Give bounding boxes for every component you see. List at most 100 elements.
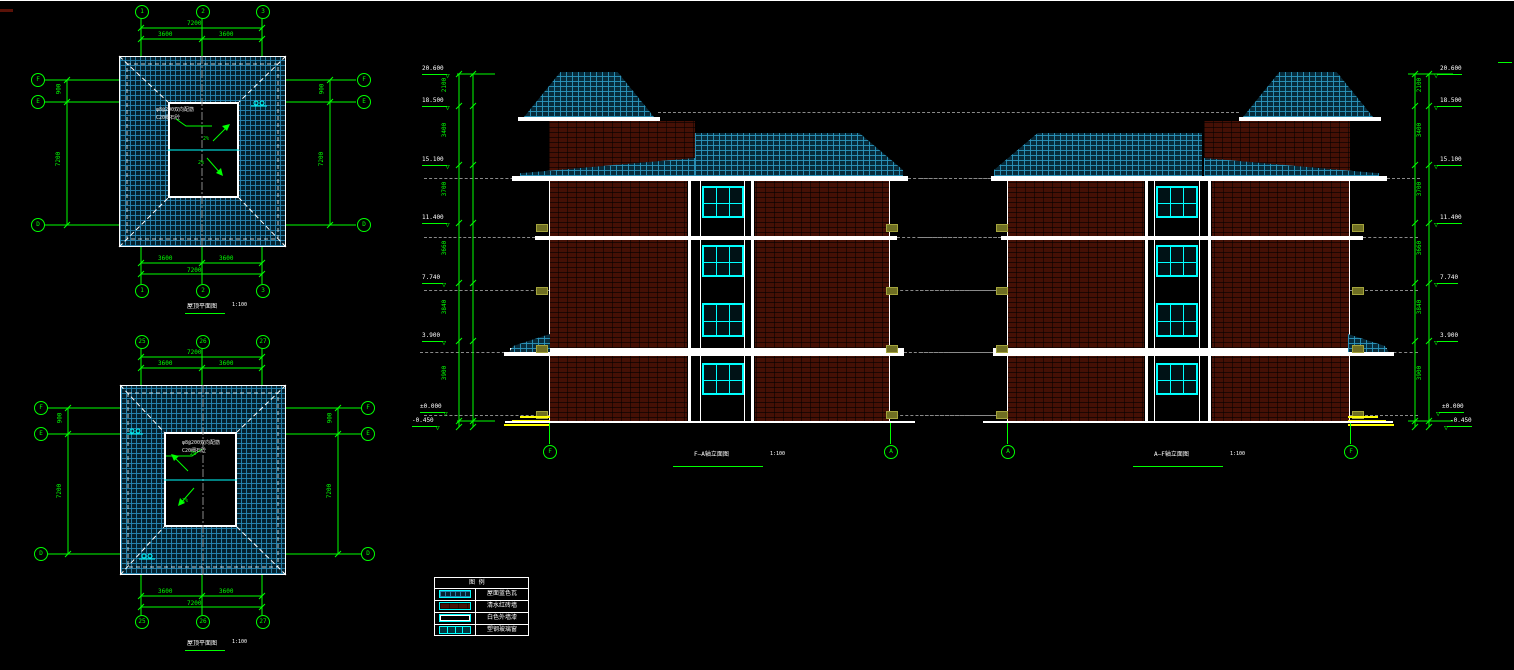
level-flag: 20.600▽	[1437, 66, 1462, 75]
level-marker-icon: ▽	[1434, 222, 1438, 229]
drain-bracket	[1352, 224, 1364, 232]
grid-bubble: D	[361, 547, 375, 561]
entry-steps	[504, 424, 550, 426]
drain-bracket	[996, 345, 1008, 353]
legend-label: 塑钢玻璃窗	[487, 627, 517, 633]
title-underline	[185, 313, 225, 314]
dim-label: 7200	[319, 152, 325, 166]
drain-bracket	[886, 287, 898, 295]
cad-canvas: { "meta": { "background": "#000000", "li…	[0, 0, 1514, 670]
legend-divider	[434, 624, 529, 625]
dim-label: 900	[57, 413, 63, 424]
grid-bubble: A	[1001, 445, 1015, 459]
floor-band	[535, 236, 897, 240]
drain-bracket	[886, 411, 898, 419]
wall-edge	[889, 181, 890, 423]
level-marker-icon: ▽	[445, 222, 449, 229]
level-marker-icon: ▽	[1444, 425, 1448, 432]
tower-hip-roof	[1243, 72, 1373, 117]
plan-linework-svg	[20, 0, 420, 330]
roof-annotation-line1: φ8@200双向配筋	[182, 440, 220, 448]
level-flag: 3.900▽	[422, 333, 443, 342]
stair-bay-pier	[688, 181, 691, 423]
level-flag: 18.500▽	[1437, 98, 1462, 107]
level-flag: -0.450▽	[1447, 418, 1472, 427]
dim-label: 900	[327, 413, 333, 424]
dim-label: 3600	[219, 32, 233, 38]
dim-label: 7200	[327, 484, 333, 498]
plan-linework-svg	[20, 330, 420, 670]
roof-annotation: φ8@200双向配筋 C20细石砼	[182, 440, 220, 455]
roof-annotation-line2: C20细石砼	[182, 448, 220, 456]
dim-label: 3700	[1417, 182, 1423, 196]
scale-label: 1:100	[232, 303, 247, 308]
level-marker-icon: ▽	[1436, 411, 1440, 418]
grid-bubble: 2	[196, 284, 210, 298]
roof-annotation-line2: C20细石砼	[156, 115, 194, 123]
dim-label: 3600	[158, 32, 172, 38]
scale-label: 1:100	[1230, 452, 1245, 457]
slope-label: 2%	[198, 161, 204, 166]
legend-swatch-roof-tile	[439, 590, 471, 598]
dim-label: 3400	[1417, 123, 1423, 137]
grid-bubble: 26	[196, 615, 210, 629]
walkway-slab	[993, 348, 1387, 356]
drain-bracket	[996, 411, 1008, 419]
slope-label: 2%	[203, 137, 209, 142]
grid-bubble: F	[31, 73, 45, 87]
level-value: ±0.000	[1442, 403, 1464, 410]
dim-label: 7200	[187, 601, 201, 607]
grid-bubble: 25	[135, 335, 149, 349]
level-value: 20.600	[422, 65, 444, 72]
dim-label: 3840	[1417, 300, 1423, 314]
level-flag: 11.400▽	[1437, 215, 1462, 224]
dim-label: 7200	[57, 484, 63, 498]
level-flag: ±0.000▽	[1439, 404, 1464, 413]
window	[1156, 245, 1198, 277]
window	[702, 303, 744, 337]
drain-bracket	[996, 287, 1008, 295]
level-value: -0.450	[1450, 417, 1472, 424]
drain-bracket	[1352, 287, 1364, 295]
dim-label: 2100	[442, 78, 448, 92]
drain-bracket	[886, 224, 898, 232]
dim-label: 3400	[442, 123, 448, 137]
slope-label: 2%	[190, 452, 196, 457]
drain-bracket	[536, 287, 548, 295]
level-value: 11.400	[1440, 214, 1462, 221]
dim-label: 900	[56, 84, 62, 95]
grid-bubble: E	[357, 95, 371, 109]
dim-label: 3660	[1417, 241, 1423, 255]
dim-label: 7200	[187, 268, 201, 274]
level-flag: 7.740▽	[1437, 275, 1458, 284]
window	[1156, 303, 1198, 337]
level-value: 11.400	[422, 214, 444, 221]
grid-bubble: 3	[256, 284, 270, 298]
window	[702, 363, 744, 395]
dim-label: 2100	[1417, 78, 1423, 92]
datum-line	[920, 415, 1007, 416]
level-flag: -0.450▽	[412, 418, 437, 427]
datum-line	[658, 112, 1239, 113]
dim-chain-svg	[415, 55, 505, 440]
level-marker-icon: ▽	[442, 340, 446, 347]
legend-swatch-white-paint	[439, 614, 471, 622]
legend-header: 图 例	[469, 580, 485, 586]
dim-label: 7200	[56, 152, 62, 166]
grid-bubble: 25	[135, 615, 149, 629]
legend-label: 屋面蓝色瓦	[487, 591, 517, 597]
plan-title: 屋顶平面图	[187, 641, 217, 647]
stair-bay-pier	[1208, 181, 1211, 423]
datum-line	[920, 178, 991, 179]
dim-label: 3600	[158, 256, 172, 262]
stair-bay-line	[744, 181, 745, 423]
ground-line	[983, 421, 1393, 423]
wall-edge	[1007, 181, 1008, 423]
grid-line	[890, 423, 891, 444]
floor-band	[1001, 236, 1363, 240]
level-marker-icon: ▽	[1434, 282, 1438, 289]
grid-bubble: E	[34, 427, 48, 441]
legend-swatch-red-brick	[439, 602, 471, 610]
grid-bubble: F	[34, 401, 48, 415]
grid-bubble: A	[884, 445, 898, 459]
